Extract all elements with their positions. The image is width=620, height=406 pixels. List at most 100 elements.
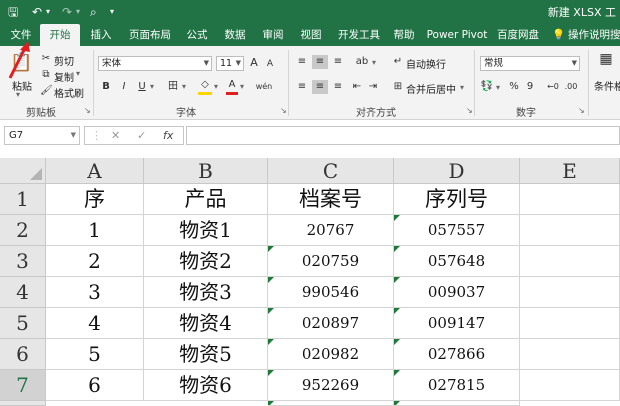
copy-button[interactable]: 复制 — [54, 69, 74, 84]
cell-a1[interactable]: 序 — [46, 184, 144, 215]
redo-icon[interactable]: ↷ — [62, 4, 72, 20]
column-header-d[interactable]: D — [394, 158, 520, 184]
undo-icon[interactable]: ↶ — [32, 4, 42, 20]
align-bottom-icon[interactable]: ≡ — [330, 55, 346, 69]
orientation-dropdown-icon[interactable]: ▾ — [372, 58, 376, 67]
bold-button[interactable]: B — [100, 80, 112, 94]
number-format-select[interactable]: 常规 ▼ — [480, 56, 580, 71]
cell-b3[interactable]: 物资2 — [144, 246, 268, 277]
cell-e1[interactable] — [520, 184, 620, 215]
cell-d1[interactable]: 序列号 — [394, 184, 520, 215]
underline-button[interactable]: U — [136, 80, 148, 94]
row-header-4[interactable]: 4 — [0, 277, 46, 308]
cell-d7[interactable]: 027815 — [394, 370, 520, 401]
row-header-7[interactable]: 7 — [0, 370, 46, 401]
insert-function-icon[interactable]: fx — [163, 129, 173, 142]
conditional-formatting-icon[interactable]: ▦ — [596, 52, 616, 72]
row-header-1[interactable]: 1 — [0, 184, 46, 215]
cell-e6[interactable] — [520, 339, 620, 370]
font-color-icon[interactable]: A — [226, 78, 238, 95]
cell-e5[interactable] — [520, 308, 620, 339]
comma-style-button[interactable]: 9 — [524, 80, 536, 94]
borders-dropdown-icon[interactable]: ▾ — [182, 82, 186, 91]
cell-c2[interactable]: 20767 — [268, 215, 394, 246]
cell-a5[interactable]: 4 — [46, 308, 144, 339]
row-header-2[interactable]: 2 — [0, 215, 46, 246]
percent-style-button[interactable]: % — [508, 80, 520, 94]
tab-data[interactable]: 数据 — [218, 24, 252, 46]
underline-dropdown-icon[interactable]: ▾ — [150, 82, 154, 91]
tab-formulas[interactable]: 公式 — [180, 24, 214, 46]
fill-color-icon[interactable]: ◇ — [198, 78, 212, 95]
alignment-launcher-icon[interactable]: ↘ — [466, 106, 473, 115]
cell-e7[interactable] — [520, 370, 620, 401]
orientation-icon[interactable]: ab — [354, 55, 370, 69]
tab-page-layout[interactable]: 页面布局 — [124, 24, 176, 46]
cell-d4[interactable]: 009037 — [394, 277, 520, 308]
wrap-text-icon[interactable]: ↵ — [392, 55, 404, 69]
tell-me-search[interactable]: 操作说明搜 — [568, 24, 620, 46]
borders-icon[interactable]: 田 — [166, 80, 180, 94]
cell-c7[interactable]: 952269 — [268, 370, 394, 401]
formula-input[interactable] — [186, 126, 620, 145]
cancel-icon[interactable]: ✕ — [111, 129, 120, 142]
cell-b7[interactable]: 物资6 — [144, 370, 268, 401]
tab-insert[interactable]: 插入 — [84, 24, 118, 46]
cell-c3[interactable]: 020759 — [268, 246, 394, 277]
cell-c5[interactable]: 020897 — [268, 308, 394, 339]
merge-center-icon[interactable]: ⊞ — [392, 80, 404, 94]
tab-baidu-netdisk[interactable]: 百度网盘 — [494, 24, 542, 46]
clipboard-launcher-icon[interactable]: ↘ — [84, 106, 91, 115]
column-header-e[interactable]: E — [520, 158, 620, 184]
cell-a4[interactable]: 3 — [46, 277, 144, 308]
undo-dropdown-icon[interactable]: ▾ — [46, 4, 50, 20]
row-header-5[interactable]: 5 — [0, 308, 46, 339]
cell-b4[interactable]: 物资3 — [144, 277, 268, 308]
cell-a6[interactable]: 5 — [46, 339, 144, 370]
cell-c6[interactable]: 020982 — [268, 339, 394, 370]
copy-icon[interactable]: ⧉ — [40, 68, 52, 82]
merge-dropdown-icon[interactable]: ▾ — [460, 83, 464, 92]
cell-e4[interactable] — [520, 277, 620, 308]
increase-indent-icon[interactable]: ⇥ — [366, 80, 380, 94]
cut-icon[interactable]: ✂ — [40, 52, 52, 66]
decrease-indent-icon[interactable]: ⇤ — [350, 80, 364, 94]
align-center-icon[interactable]: ≡ — [312, 80, 328, 94]
format-painter-icon[interactable]: 🖌 — [40, 84, 53, 98]
cell-a2[interactable]: 1 — [46, 215, 144, 246]
cell-a7[interactable]: 6 — [46, 370, 144, 401]
column-header-c[interactable]: C — [268, 158, 394, 184]
shrink-font-icon[interactable]: A — [264, 57, 276, 71]
select-all-button[interactable] — [0, 158, 46, 184]
cell-d6[interactable]: 027866 — [394, 339, 520, 370]
row-header-3[interactable]: 3 — [0, 246, 46, 277]
align-left-icon[interactable]: ≡ — [294, 80, 310, 94]
cell-a3[interactable]: 2 — [46, 246, 144, 277]
cell-c4[interactable]: 990546 — [268, 277, 394, 308]
save-icon[interactable]: 🖫 — [8, 4, 18, 20]
cell-b2[interactable]: 物资1 — [144, 215, 268, 246]
increase-decimal-icon[interactable]: ←0 — [546, 80, 560, 94]
font-launcher-icon[interactable]: ↘ — [280, 106, 287, 115]
cell-d2[interactable]: 057557 — [394, 215, 520, 246]
redo-dropdown-icon[interactable]: ▾ — [76, 4, 80, 20]
cell-e3[interactable] — [520, 246, 620, 277]
cell-c1[interactable]: 档案号 — [268, 184, 394, 215]
cell-d5[interactable]: 009147 — [394, 308, 520, 339]
cell-d8[interactable] — [394, 401, 520, 406]
decrease-decimal-icon[interactable]: .00 — [564, 80, 578, 94]
copy-dropdown-icon[interactable]: ▾ — [76, 69, 80, 78]
tab-help[interactable]: 帮助 — [388, 24, 420, 46]
merge-center-button[interactable]: 合并后居中 — [406, 81, 456, 96]
italic-button[interactable]: I — [118, 80, 130, 94]
wrap-text-button[interactable]: 自动换行 — [406, 56, 446, 71]
enter-icon[interactable]: ✓ — [137, 129, 146, 142]
format-painter-button[interactable]: 格式刷 — [54, 85, 84, 100]
cut-button[interactable]: 剪切 — [54, 53, 74, 68]
number-launcher-icon[interactable]: ↘ — [578, 106, 585, 115]
accounting-format-icon[interactable]: 💱 — [480, 80, 494, 94]
paste-button[interactable]: 粘贴 — [12, 78, 32, 93]
font-name-select[interactable]: 宋体 ▼ — [98, 56, 212, 71]
align-middle-icon[interactable]: ≡ — [312, 55, 328, 69]
name-box[interactable]: G7 ▼ — [4, 126, 80, 145]
